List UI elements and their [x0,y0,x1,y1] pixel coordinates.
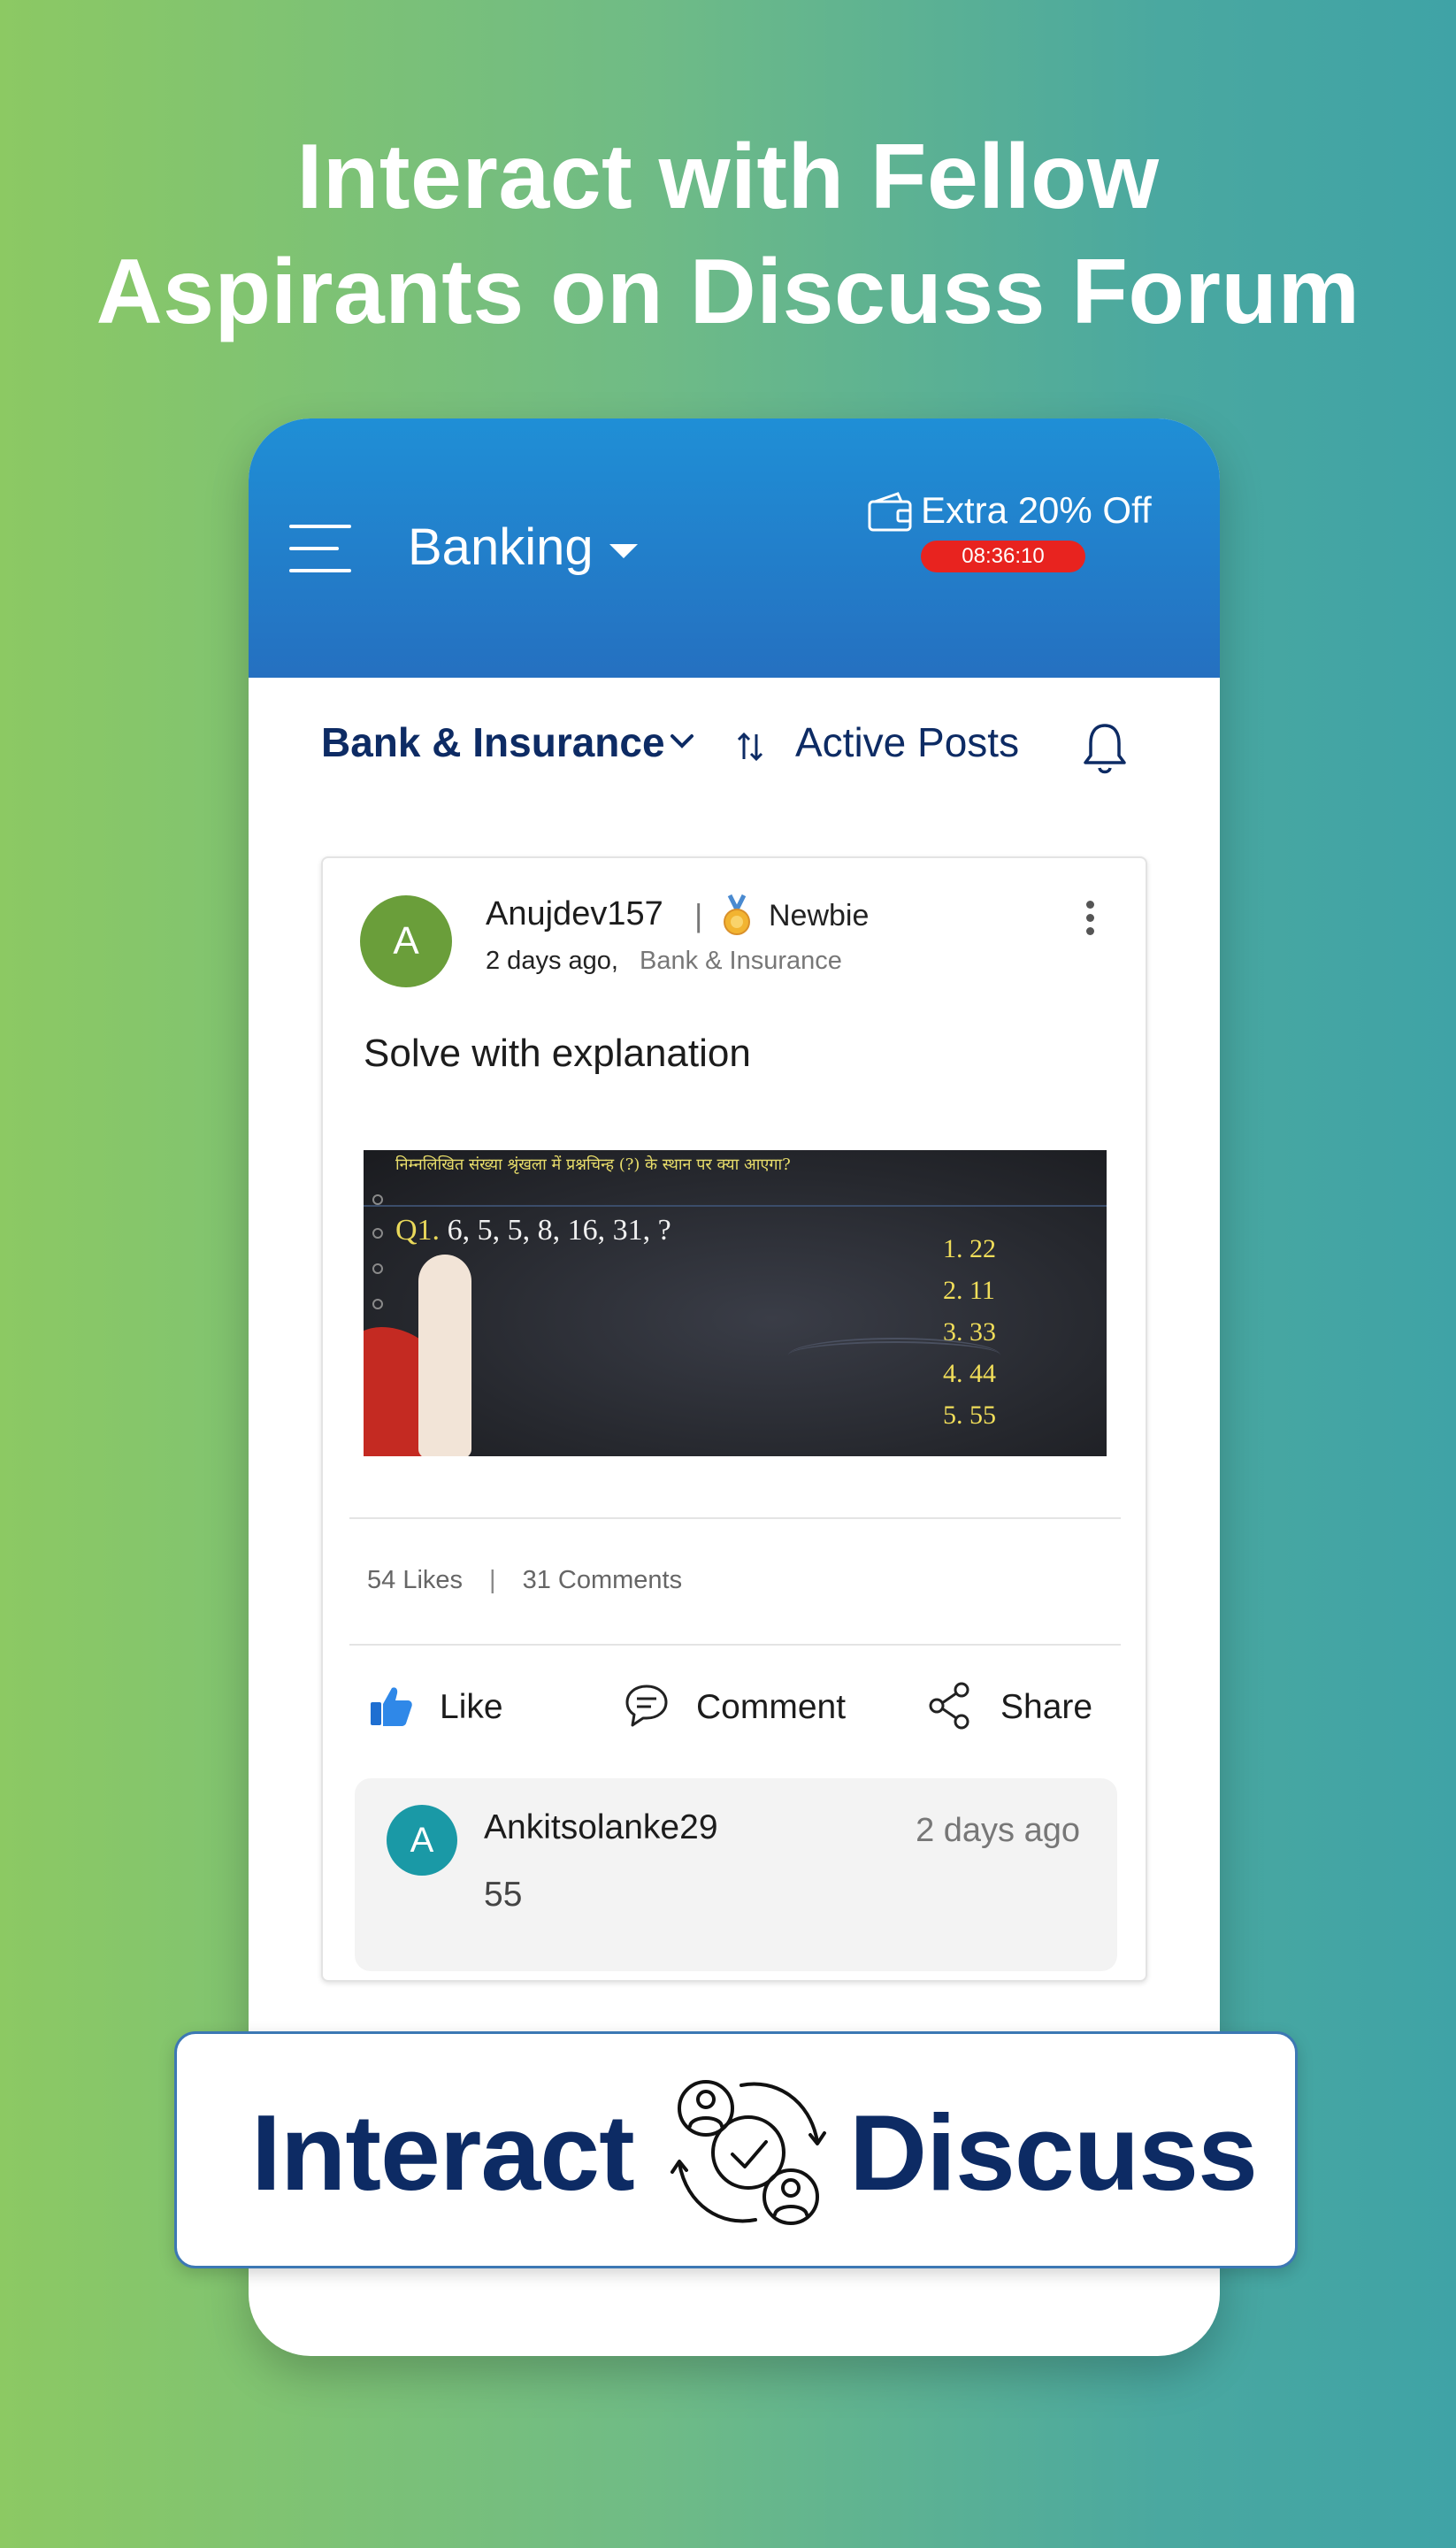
share-icon [929,1682,969,1730]
comments-count[interactable]: 31 Comments [523,1566,683,1594]
cta-interact: Interact [251,2092,635,2213]
rank-badge: Newbie [769,899,870,932]
headline: Interact with Fellow Aspirants on Discus… [0,119,1456,349]
offer-timer: 08:36:10 [921,541,1085,572]
more-vertical-icon[interactable] [1084,901,1096,945]
sort-selector[interactable]: Active Posts [795,718,1019,766]
comment-text: 55 [484,1876,523,1914]
top-comment[interactable]: A Ankitsolanke29 2 days ago 55 [355,1778,1117,1971]
image-option: 1. 22 [943,1234,996,1263]
teacher-hand [418,1255,471,1456]
discuss-people-icon [671,2080,826,2225]
sort-icon[interactable] [735,731,765,763]
post-text: Solve with explanation [364,1032,751,1075]
share-label: Share [1000,1688,1093,1726]
exam-selector[interactable]: Banking [408,518,594,577]
caret-down-icon[interactable] [609,544,638,558]
image-rule [364,1205,1107,1207]
offer-text: Extra 20% Off [921,489,1152,531]
image-dot [372,1299,383,1309]
comment-username[interactable]: Ankitsolanke29 [484,1808,718,1847]
post-image[interactable]: निम्नलिखित संख्या श्रृंखला में प्रश्नचिन… [364,1150,1107,1456]
app-bar: Banking Extra 20% Off 08:36:10 [249,418,1220,678]
hamburger-icon[interactable] [289,525,351,572]
image-dot [372,1263,383,1274]
post-username[interactable]: Anujdev157 [486,895,663,933]
image-question: Q1. 6, 5, 5, 8, 16, 31, ? [395,1214,671,1247]
comment-time: 2 days ago [916,1812,1080,1849]
avatar[interactable]: A [360,895,452,987]
divider [349,1517,1121,1519]
separator: | [694,897,703,933]
divider [349,1644,1121,1646]
post-card: A Anujdev157 | Newbie 2 days ago, Bank &… [321,856,1147,1982]
likes-count[interactable]: 54 Likes [367,1566,463,1594]
thumbs-up-icon [371,1687,412,1726]
medal-icon [724,894,750,935]
filter-bar: Bank & Insurance Active Posts [249,678,1220,828]
image-dot [372,1228,383,1239]
headline-line-1: Interact with Fellow [296,126,1160,228]
image-hindi-prompt: निम्नलिखित संख्या श्रृंखला में प्रश्नचिन… [395,1155,791,1174]
studio-stage [788,1338,1000,1373]
comment-label: Comment [696,1688,847,1726]
headline-line-2: Aspirants on Discuss Forum [96,241,1360,343]
stats-separator: | [489,1566,496,1594]
post-category: Bank & Insurance [640,947,842,975]
wallet-icon [868,492,912,532]
share-button[interactable]: Share [926,1681,1121,1734]
category-filter[interactable]: Bank & Insurance [321,718,665,766]
bell-icon[interactable] [1080,720,1130,777]
comment-button[interactable]: Comment [622,1681,870,1734]
like-label: Like [440,1688,503,1726]
comment-icon [625,1685,668,1727]
image-option: 5. 55 [943,1401,996,1430]
image-question-number: Q1. [395,1214,441,1247]
post-stats: 54 Likes | 31 Comments [367,1566,682,1595]
image-options: 1. 22 2. 11 3. 33 4. 44 5. 55 [943,1228,996,1436]
image-option: 2. 11 [943,1276,995,1305]
like-button[interactable]: Like [365,1681,525,1734]
post-time: 2 days ago, [486,947,618,975]
avatar[interactable]: A [387,1805,457,1876]
image-question-text: 6, 5, 5, 8, 16, 31, ? [440,1214,671,1247]
chevron-down-icon[interactable] [669,733,695,750]
cta-discuss: Discuss [849,2092,1258,2213]
image-dot [372,1194,383,1205]
interact-discuss-banner: Interact Discuss [174,2031,1298,2268]
